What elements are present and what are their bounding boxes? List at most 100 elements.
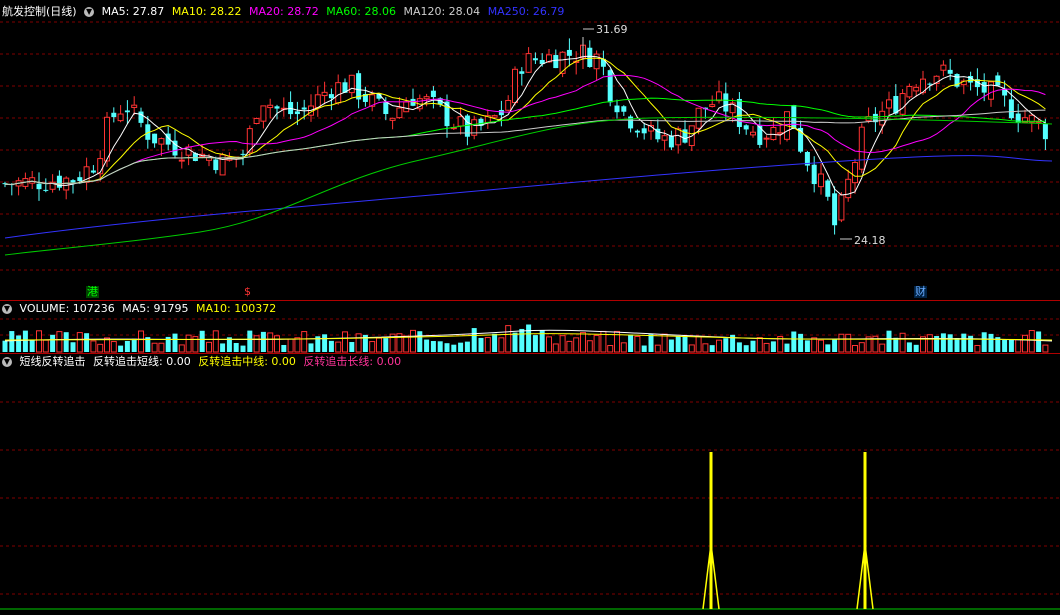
volume-bar-up [620, 342, 627, 353]
volume-bar-up [858, 342, 865, 353]
volume-bar-down [832, 338, 838, 352]
volume-bar-up [756, 337, 763, 353]
volume-bar-down [668, 339, 674, 352]
volume-bar-up [287, 338, 294, 353]
candle-body-up [709, 104, 716, 108]
candle-body-down [430, 90, 436, 98]
candle-body-down [634, 130, 640, 133]
candle-body-down [532, 58, 538, 61]
candle-body-down [383, 102, 389, 115]
indicator-short: 反转追击短线: 0.00 [93, 355, 191, 368]
volume-bar-up [974, 344, 981, 353]
volume-bar-up [763, 342, 770, 353]
volume-bar-up [573, 337, 580, 353]
volume-bar-down [682, 335, 688, 352]
candle-body-up [321, 91, 328, 97]
candle-body-down [736, 98, 742, 128]
volume-bar-down [981, 332, 987, 352]
volume-bar-up [484, 337, 491, 353]
volume-bar-up [586, 340, 593, 353]
volume-bar-up [716, 339, 722, 353]
volume-bar-down [383, 338, 389, 352]
candle-body-down [124, 110, 130, 113]
candle-body-down [70, 180, 76, 183]
candle-body-down [621, 106, 627, 112]
volume-bar-down [648, 334, 654, 352]
volume-bar-down [322, 334, 328, 352]
high-price-label: 31.69 [596, 23, 628, 36]
candle-body-down [587, 47, 593, 67]
volume-bar-down [723, 338, 729, 352]
volume-bar-down [430, 341, 436, 352]
volume-bar-up [151, 342, 158, 353]
volume-bar-down [532, 335, 538, 352]
volume-bar-down [260, 331, 266, 352]
dollar-marker[interactable]: $ [243, 286, 252, 298]
candle-body-down [240, 153, 246, 155]
volume-bar-down [913, 344, 919, 352]
volume-bar-up [36, 330, 42, 353]
candle-body-down [213, 159, 219, 171]
candle-body-up [178, 159, 185, 162]
volume-bar-up [879, 343, 886, 353]
volume-bar-down [519, 328, 525, 352]
volume-bar-down [437, 341, 443, 352]
volume-bar-up [158, 342, 165, 353]
volume-bar-up [90, 340, 97, 353]
candle-body-up [899, 93, 906, 115]
volume-bar-down [22, 330, 28, 352]
indicator-header: ▼ 短线反转追击 反转追击短线: 0.00 反转追击中线: 0.00 反转追击长… [2, 355, 405, 369]
volume-bar-up [335, 341, 342, 353]
volume-bar-up [42, 339, 49, 353]
volume-bar-down [417, 331, 423, 352]
volume-bar-down [131, 338, 137, 352]
indicator-toggle-icon[interactable]: ▼ [2, 357, 12, 367]
candle-body-down [356, 73, 362, 100]
volume-bar-down [940, 333, 946, 352]
candle-body-down [791, 105, 797, 129]
volume-bar-up [76, 332, 83, 353]
price-chart[interactable]: 31.69 24.18 [0, 0, 1060, 300]
volume-bar-up [206, 341, 212, 353]
volume-bar-up [1022, 334, 1028, 353]
volume-ma10: MA10: 100372 [195, 302, 277, 315]
candle-body-down [56, 175, 62, 188]
volume-bar-down [478, 337, 484, 352]
indicator-title: 短线反转追击 [19, 355, 86, 368]
volume-bar-up [838, 333, 845, 353]
volume-bar-up [185, 334, 192, 353]
candle-body-down [553, 55, 559, 69]
volume-bar-down [444, 343, 450, 352]
candle-body-up [525, 53, 532, 73]
volume-bar-up [845, 333, 852, 353]
volume-bar-up [593, 334, 600, 353]
low-price-label: 24.18 [854, 234, 886, 247]
volume-bar-down [804, 340, 810, 352]
finance-marker[interactable]: 财 [914, 286, 927, 298]
volume-bar-down [118, 345, 124, 352]
price-panel: 航发控制(日线) ▼ MA5: 27.87 MA10: 28.22 MA20: … [0, 0, 1060, 300]
ma120-label: MA120: 28.04 [403, 5, 481, 18]
hk-marker[interactable]: 港 [86, 286, 99, 298]
candle-body-up [158, 138, 165, 145]
indicator-chart[interactable] [0, 354, 1060, 615]
candle-body-down [947, 69, 953, 74]
volume-bar-up [580, 332, 586, 353]
candle-body-up [104, 116, 110, 162]
volume-bar-down [1008, 339, 1014, 352]
collapse-toggle-icon[interactable]: ▼ [84, 7, 95, 17]
candle-body-up [913, 86, 920, 92]
volume-bar-down [526, 324, 532, 352]
volume-bar-up [546, 336, 552, 353]
volume-bar-down [451, 344, 457, 352]
candle-body-up [131, 104, 138, 108]
candle-body-down [668, 135, 674, 148]
candle-body-up [858, 126, 865, 170]
candle-body-down [519, 71, 525, 74]
volume-ma5: MA5: 91795 [122, 302, 189, 315]
candle-body-down [811, 164, 817, 185]
volume-bar-up [926, 334, 933, 353]
volume-bar-up [899, 332, 906, 353]
candle-body-up [716, 91, 722, 102]
volume-toggle-icon[interactable]: ▼ [2, 304, 12, 314]
